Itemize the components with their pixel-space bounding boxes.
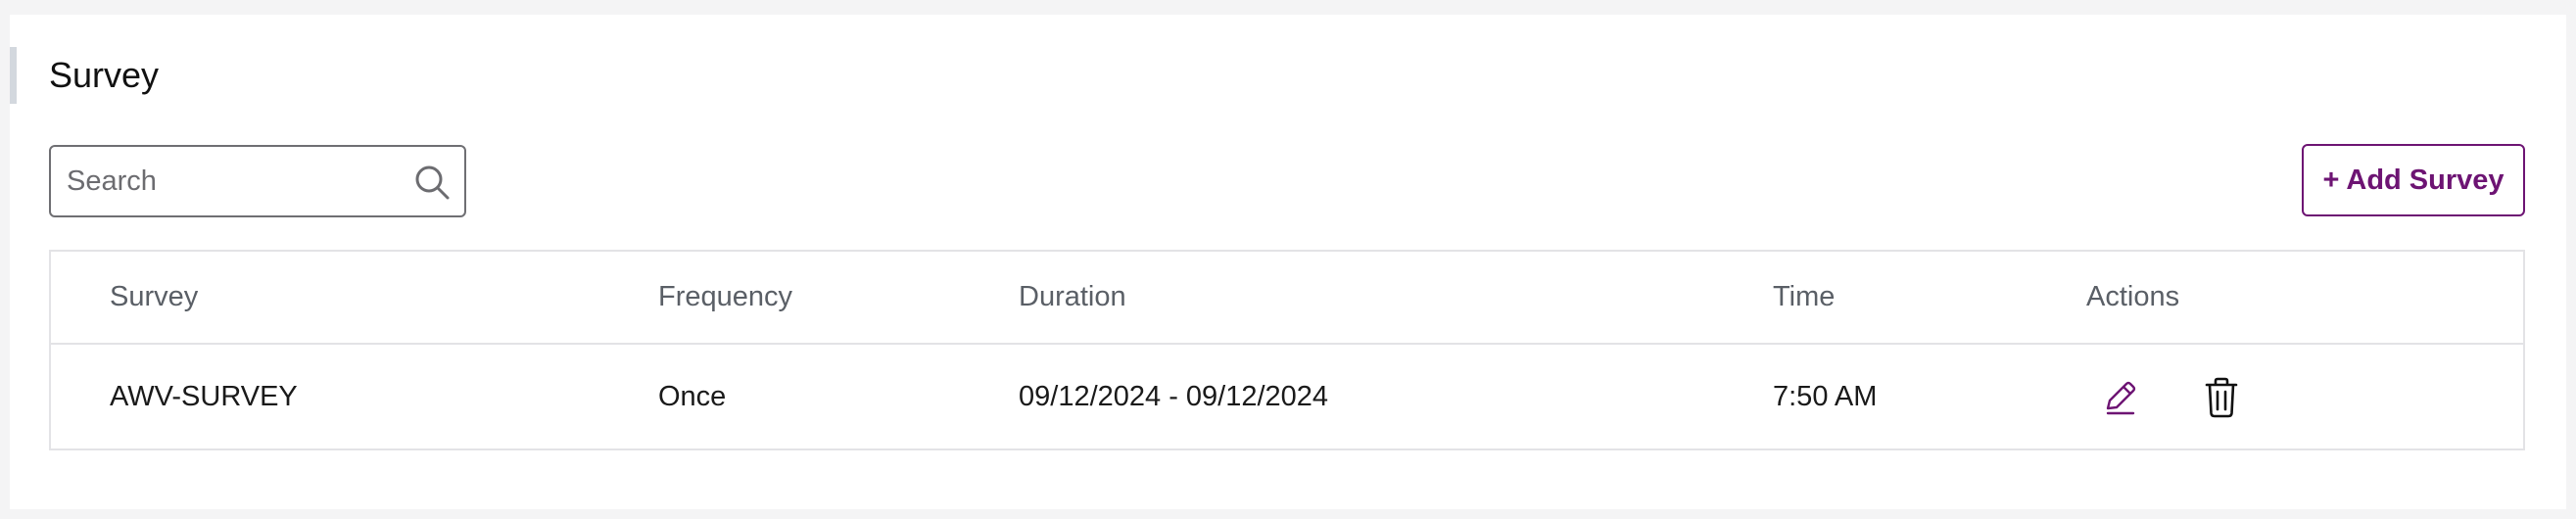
cell-frequency: Once [658,381,727,412]
edit-button[interactable] [2096,374,2143,421]
title-accent-bar [10,47,17,104]
search-icon[interactable] [413,164,451,201]
cell-time: 7:50 AM [1773,381,1878,412]
column-header-survey: Survey [110,281,199,312]
column-header-actions: Actions [2086,281,2180,312]
table-row: AWV-SURVEY Once 09/12/2024 - 09/12/2024 … [51,345,2523,448]
edit-icon [2096,381,2143,424]
cell-survey-name: AWV-SURVEY [110,381,298,412]
survey-table: Survey Frequency Duration Time Actions A… [49,250,2525,450]
survey-panel: Survey + Add Survey Survey Frequency Dur… [10,15,2566,509]
column-header-duration: Duration [1019,281,1126,312]
add-survey-button[interactable]: + Add Survey [2302,144,2525,216]
page-title: Survey [49,55,160,95]
search-field[interactable] [49,145,466,217]
table-header-row: Survey Frequency Duration Time Actions [51,252,2523,345]
search-input[interactable] [67,147,390,215]
trash-icon [2198,377,2245,424]
column-header-frequency: Frequency [658,281,793,312]
column-header-time: Time [1773,281,1836,312]
cell-duration: 09/12/2024 - 09/12/2024 [1019,381,1329,412]
delete-button[interactable] [2198,374,2245,421]
